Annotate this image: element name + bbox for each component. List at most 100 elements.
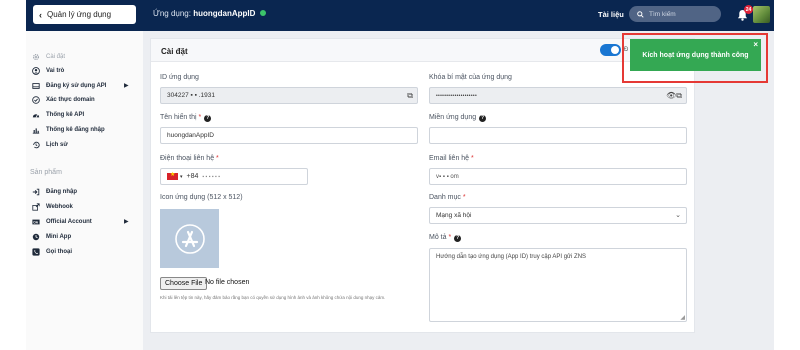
sidebar-item-label: Lịch sử <box>46 142 68 148</box>
phone-country-code: +84 <box>186 173 199 180</box>
app-id-field: 304227 ▪ ▪ .1931 ⧉ <box>160 87 418 104</box>
upload-hint: Khi tải lên tệp tin này, hãy đảm bảo rằn… <box>160 295 386 300</box>
app-id-label: ID ứng dụng <box>160 74 199 81</box>
app-domain-label-text: Miền ứng dụng <box>429 114 477 121</box>
sidebar-item-label: Đăng nhập <box>46 189 77 195</box>
category-value: Mạng xã hội <box>436 212 472 219</box>
search-placeholder: Tìm kiếm <box>649 10 676 18</box>
app-domain-label: Miền ứng dụng ? <box>429 114 487 122</box>
secret-key-field: •••••••••••••••••••• 👁⧉ <box>429 87 687 104</box>
email-label: Email liên hệ * <box>429 155 474 162</box>
display-name-value: huongdanAppID <box>167 132 214 139</box>
description-textarea[interactable]: Hướng dẫn tạo ứng dụng (App ID) truy cập… <box>429 248 687 322</box>
sidebar-item-label: Gọi thoại <box>46 249 72 255</box>
display-name-input[interactable]: huongdanAppID <box>160 127 418 144</box>
search-input[interactable]: Tìm kiếm <box>629 6 721 22</box>
phone-icon <box>32 248 40 256</box>
category-select[interactable]: Mạng xã hội ⌄ <box>429 207 687 224</box>
sidebar-item-label: Thống kê đăng nhập <box>46 127 105 133</box>
show-copy-icons[interactable]: 👁⧉ <box>666 91 682 101</box>
required-asterisk: * <box>216 155 219 162</box>
svg-text:OA: OA <box>33 220 38 224</box>
sidebar-item-label: Thống kê API <box>46 112 85 118</box>
back-to-app-management-button[interactable]: ‹ Quản lý ứng dụng <box>33 5 136 24</box>
help-icon[interactable]: ? <box>479 115 487 122</box>
top-navigation-bar: ‹ Quản lý ứng dụng Ứng dụng: huongdanApp… <box>26 0 774 31</box>
app-domain-input[interactable] <box>429 127 687 144</box>
email-input[interactable]: v▪ ▪ ▪ om <box>429 168 687 185</box>
settings-card: Cài đặt Đ ID ứng dụng 304227 ▪ ▪ .1931 ⧉… <box>150 38 695 333</box>
close-icon[interactable]: × <box>753 40 758 49</box>
category-label-text: Danh mục <box>429 194 461 201</box>
sidebar-item-label: Cài đặt <box>46 54 66 60</box>
required-asterisk: * <box>471 155 474 162</box>
chevron-down-icon: ⌄ <box>675 212 681 219</box>
app-id-value: 304227 ▪ ▪ .1931 <box>167 92 215 99</box>
history-icon <box>32 141 40 149</box>
sidebar-item-domain-verification[interactable]: Xác thực domain <box>32 96 95 104</box>
sidebar-item-login[interactable]: Đăng nhập <box>32 188 77 196</box>
sidebar-item-voice-call[interactable]: Gọi thoại <box>32 248 72 256</box>
resize-grip-icon[interactable]: ◢ <box>680 314 685 321</box>
sidebar-item-label: Official Account <box>46 219 92 225</box>
notification-badge: 24 <box>744 5 753 14</box>
display-name-label-text: Tên hiển thị <box>160 114 197 121</box>
sidebar-item-api-stats[interactable]: Thống kê API <box>32 111 84 119</box>
toast-message: Kích hoạt ứng dụng thành công <box>642 51 749 59</box>
status-dot-icon <box>259 10 266 16</box>
app-active-toggle[interactable] <box>600 44 621 56</box>
chevron-right-icon: ▶ <box>124 83 129 89</box>
check-circle-icon <box>32 96 40 104</box>
app-store-placeholder-icon <box>160 209 219 268</box>
success-toast: Kích hoạt ứng dụng thành công × <box>630 39 761 71</box>
phone-label: Điện thoại liên hệ * <box>160 155 219 162</box>
help-icon[interactable]: ? <box>204 115 212 122</box>
gauge-icon <box>32 111 40 119</box>
avatar[interactable] <box>753 6 770 23</box>
help-icon[interactable]: ? <box>454 235 462 242</box>
chevron-left-icon: ‹ <box>39 9 42 20</box>
sidebar-item-mini-app[interactable]: Mini App <box>32 233 71 241</box>
file-name-status: No file chosen <box>205 279 250 286</box>
sidebar-item-label: Vai trò <box>46 68 65 74</box>
vietnam-flag-icon[interactable] <box>167 171 178 180</box>
description-value: Hướng dẫn tạo ứng dụng (App ID) truy cập… <box>436 254 587 260</box>
page-title: Cài đặt <box>161 47 188 56</box>
gear-icon <box>32 53 40 61</box>
sidebar-item-login-stats[interactable]: Thống kê đăng nhập <box>32 126 105 134</box>
back-button-label: Quản lý ứng dụng <box>47 10 112 19</box>
sidebar-item-roles[interactable]: Vai trò <box>32 67 64 75</box>
secret-key-value: •••••••••••••••••••• <box>436 92 478 99</box>
notification-button[interactable]: 24 <box>737 5 753 23</box>
sidebar-item-label: Mini App <box>46 234 72 240</box>
docs-link[interactable]: Tài liệu <box>598 10 624 19</box>
phone-input[interactable]: ▾ +84 ▪ ▪ ▪ ▪ ▪ ▪ <box>160 168 308 185</box>
sidebar-section-products: Sản phẩm <box>30 169 62 176</box>
app-title-prefix: Ứng dụng: <box>153 9 191 18</box>
required-asterisk: * <box>448 234 452 241</box>
email-value: v▪ ▪ ▪ om <box>436 173 459 180</box>
app-title: Ứng dụng: huongdanAppID <box>153 9 266 18</box>
sidebar-item-history[interactable]: Lịch sử <box>32 141 68 149</box>
sidebar-item-label: Webhook <box>46 204 73 210</box>
description-label: Mô tả * ? <box>429 234 462 242</box>
sidebar-item-webhook[interactable]: Webhook <box>32 203 73 211</box>
choose-file-button[interactable]: Choose File <box>160 277 208 290</box>
search-icon <box>637 10 644 18</box>
user-circle-icon <box>32 67 40 75</box>
oa-icon: OA <box>32 218 40 226</box>
sidebar-item-api-registration[interactable]: Đăng ký sử dụng API <box>32 82 106 90</box>
copy-icon[interactable]: ⧉ <box>407 91 413 101</box>
phone-label-text: Điện thoại liên hệ <box>160 155 215 162</box>
phone-value: ▪ ▪ ▪ ▪ ▪ ▪ <box>202 173 220 180</box>
description-label-text: Mô tả <box>429 234 447 241</box>
display-name-label: Tên hiển thị * ? <box>160 114 212 122</box>
sidebar-item-settings[interactable]: Cài đặt <box>32 53 65 61</box>
sidebar-item-official-account[interactable]: OA Official Account <box>32 218 92 226</box>
app-name: huongdanAppID <box>193 9 256 18</box>
login-icon <box>32 188 40 196</box>
sidebar: Cài đặt Vai trò Đăng ký sử dụng API ▶ Xá… <box>26 31 143 350</box>
sidebar-item-label: Đăng ký sử dụng API <box>46 83 107 89</box>
chevron-right-icon: ▶ <box>124 219 129 225</box>
secret-key-label: Khóa bí mật của ứng dụng <box>429 74 512 81</box>
